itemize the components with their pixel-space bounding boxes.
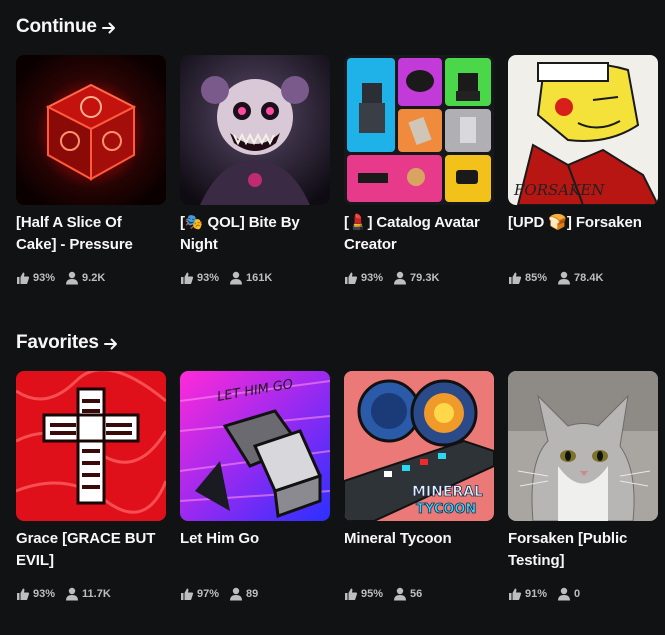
rating-value: 93% [33,588,56,600]
rating-value: 85% [525,272,548,284]
rating-value: 95% [361,588,384,600]
thumbs-up-icon [17,588,30,600]
game-grid: Grace [GRACE BUT EVIL] 93% 11.7K LET HIM… [16,371,658,602]
rating-stat: 95% [344,587,383,601]
players-stat: 9.2K [65,271,105,285]
thumbs-up-icon [17,272,30,284]
section-title: Continue [16,16,97,37]
game-grid: [Half A Slice Of Cake] - Pressure 93% 9.… [16,55,658,286]
thumbnail-text: MINERAL [412,484,483,500]
rating-value: 93% [197,272,220,284]
players-value: 0 [574,588,581,600]
players-stat: 56 [393,587,422,601]
rating-value: 97% [197,588,220,600]
game-card[interactable]: [💄] Catalog Avatar Creator 93% 79.3K [344,55,494,286]
rating-value: 93% [361,272,384,284]
game-title[interactable]: Grace [GRACE BUT EVIL] [16,528,166,572]
thumbnail-text: TYCOON [416,502,476,517]
game-thumbnail[interactable] [180,55,330,205]
person-icon [394,271,407,285]
players-value: 89 [246,588,259,600]
game-card[interactable]: [🎭 QOL] Bite By Night 93% 161K [180,55,330,286]
person-icon [230,587,243,601]
rating-stat: 93% [180,271,219,285]
game-card[interactable]: MINERAL TYCOON Mineral Tycoon 95% 56 [344,371,494,602]
rating-value: 91% [525,588,548,600]
players-value: 79.3K [410,272,440,284]
rating-stat: 93% [16,587,55,601]
game-title[interactable]: [💄] Catalog Avatar Creator [344,212,494,256]
players-stat: 161K [229,271,272,285]
players-value: 161K [246,272,273,284]
players-stat: 89 [229,587,258,601]
rating-stat: 93% [344,271,383,285]
game-title[interactable]: [Half A Slice Of Cake] - Pressure [16,212,166,256]
game-card[interactable]: LET HIM GO Let Him Go 97% 89 [180,371,330,602]
section-title: Favorites [16,332,99,353]
game-title[interactable]: Forsaken [Public Testing] [508,528,658,572]
thumbs-up-icon [345,588,358,600]
game-thumbnail[interactable] [16,371,166,521]
players-value: 56 [410,588,423,600]
game-title[interactable]: [🎭 QOL] Bite By Night [180,212,330,256]
person-icon [558,271,571,285]
players-value: 11.7K [82,588,111,600]
favorites-section: Favorites Grace [GRACE BUT EVIL] 93% 11.… [16,330,658,602]
person-icon [66,271,79,285]
rating-value: 93% [33,272,56,284]
game-stats: 93% 9.2K [16,270,166,286]
thumbs-up-icon [181,588,194,600]
game-stats: 95% 56 [344,586,494,602]
person-icon [230,271,243,285]
arrow-right-icon [101,20,117,36]
game-stats: 85% 78.4K [508,270,658,286]
game-thumbnail[interactable] [344,55,494,205]
game-thumbnail[interactable]: LET HIM GO [180,371,330,521]
players-stat: 0 [557,587,580,601]
favorites-header-link[interactable]: Favorites [16,330,658,356]
person-icon [558,587,571,601]
rating-stat: 85% [508,271,547,285]
game-card[interactable]: Grace [GRACE BUT EVIL] 93% 11.7K [16,371,166,602]
person-icon [394,587,407,601]
players-value: 78.4K [574,272,604,284]
game-title[interactable]: [UPD 🍞] Forsaken [508,212,658,256]
game-card[interactable]: Forsaken [Public Testing] 91% 0 [508,371,658,602]
thumbs-up-icon [181,272,194,284]
game-title[interactable]: Let Him Go [180,528,330,572]
thumbs-up-icon [509,272,522,284]
players-stat: 78.4K [557,271,603,285]
thumbs-up-icon [345,272,358,284]
person-icon [66,587,79,601]
players-stat: 79.3K [393,271,439,285]
thumbs-up-icon [509,588,522,600]
rating-stat: 97% [180,587,219,601]
players-value: 9.2K [82,272,106,284]
continue-header-link[interactable]: Continue [16,14,658,40]
game-stats: 93% 161K [180,270,330,286]
game-stats: 97% 89 [180,586,330,602]
game-stats: 93% 79.3K [344,270,494,286]
game-stats: 93% 11.7K [16,586,166,602]
game-stats: 91% 0 [508,586,658,602]
game-thumbnail[interactable]: MINERAL TYCOON [344,371,494,521]
game-title[interactable]: Mineral Tycoon [344,528,494,572]
rating-stat: 91% [508,587,547,601]
game-card[interactable]: FORSAKEN [UPD 🍞] Forsaken 85% 78.4K [508,55,658,286]
players-stat: 11.7K [65,587,111,601]
continue-section: Continue [Half A Slice Of Cake] - Pressu… [16,14,658,286]
thumbnail-text: FORSAKEN [513,181,605,199]
game-thumbnail[interactable] [508,371,658,521]
arrow-right-icon [103,336,119,352]
rating-stat: 93% [16,271,55,285]
game-thumbnail[interactable] [16,55,166,205]
game-card[interactable]: [Half A Slice Of Cake] - Pressure 93% 9.… [16,55,166,286]
game-thumbnail[interactable]: FORSAKEN [508,55,658,205]
